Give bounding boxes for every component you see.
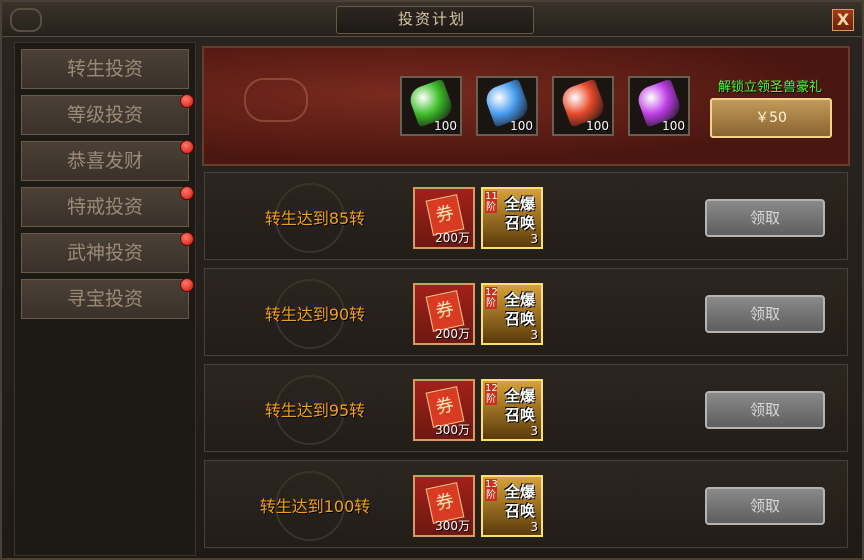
summon-stage-badge: 11阶 [485, 191, 498, 213]
notification-dot-icon [180, 140, 194, 154]
summon-item-name: 全爆召唤 [504, 387, 535, 424]
voucher-item[interactable]: 券 200万 [413, 187, 475, 249]
claim-button[interactable]: 领取 [705, 295, 825, 333]
summon-stage-badge: 13阶 [485, 479, 498, 501]
claim-button[interactable]: 领取 [705, 199, 825, 237]
sidebar-item-label: 武神投资 [66, 242, 143, 264]
sidebar-item-label: 寻宝投资 [66, 288, 143, 310]
summon-item[interactable]: 13阶 全爆召唤 3 [481, 475, 543, 537]
unlock-reward-text: 解锁立领圣兽豪礼 [717, 80, 822, 95]
summon-quantity: 3 [530, 424, 538, 438]
row-requirement-label: 转生达到100转 [259, 497, 371, 516]
sidebar-item-label: 恭喜发财 [66, 150, 143, 172]
sidebar-item-fortune[interactable]: 恭喜发财 [21, 140, 194, 181]
sidebar-item-label: 等级投资 [66, 104, 143, 126]
sidebar-item-treasure-investment[interactable]: 寻宝投资 [21, 278, 194, 319]
summon-item[interactable]: 12阶 全爆召唤 3 [481, 379, 543, 441]
summon-stage-badge: 12阶 [485, 287, 498, 309]
sidebar-item-level-investment[interactable]: 等级投资 [21, 94, 194, 135]
investment-plan-window: 投资计划 X 转生投资 等级投资 恭喜发财 特戒投资 武神投资 寻宝投资 100… [0, 0, 864, 560]
gem-count: 100 [510, 119, 533, 133]
gem-count: 100 [434, 119, 457, 133]
red-gem-slot[interactable]: 100 [552, 76, 614, 136]
reward-banner: 100 100 100 100 解锁立领圣兽豪礼 ￥50 [202, 46, 850, 166]
voucher-item[interactable]: 券 200万 [413, 283, 475, 345]
sidebar-item-label: 特戒投资 [66, 196, 143, 218]
voucher-amount: 300万 [435, 423, 470, 437]
notification-dot-icon [180, 278, 194, 292]
notification-dot-icon [180, 186, 194, 200]
purchase-price-button[interactable]: ￥50 [710, 98, 832, 138]
reward-row: 转生达到90转 券 200万 12阶 全爆召唤 3 领取 [204, 268, 848, 356]
summon-item-name: 全爆召唤 [504, 291, 535, 328]
gem-count: 100 [662, 119, 685, 133]
gem-count: 100 [586, 119, 609, 133]
purple-gem-slot[interactable]: 100 [628, 76, 690, 136]
notification-dot-icon [180, 94, 194, 108]
notification-dot-icon [180, 232, 194, 246]
claim-button[interactable]: 领取 [705, 391, 825, 429]
summon-item-name: 全爆召唤 [504, 195, 535, 232]
row-requirement-label: 转生达到90转 [264, 305, 366, 324]
summon-stage-badge: 12阶 [485, 383, 498, 405]
summon-item-name: 全爆召唤 [504, 483, 535, 520]
voucher-amount: 200万 [435, 327, 470, 341]
window-title: 投资计划 [397, 10, 466, 28]
summon-item[interactable]: 12阶 全爆召唤 3 [481, 283, 543, 345]
reward-row: 转生达到85转 券 200万 11阶 全爆召唤 3 领取 [204, 172, 848, 260]
reward-row: 转生达到95转 券 300万 12阶 全爆召唤 3 领取 [204, 364, 848, 452]
sidebar-item-rebirth-investment[interactable]: 转生投资 [21, 49, 189, 89]
dragon-ornament-icon [244, 78, 308, 122]
summon-quantity: 3 [530, 328, 538, 342]
row-requirement-label: 转生达到85转 [264, 209, 366, 228]
row-requirement-label: 转生达到95转 [264, 401, 366, 420]
reward-row: 转生达到100转 券 300万 13阶 全爆召唤 3 领取 [204, 460, 848, 548]
summon-quantity: 3 [530, 520, 538, 534]
voucher-amount: 200万 [435, 231, 470, 245]
voucher-item[interactable]: 券 300万 [413, 475, 475, 537]
blue-gem-slot[interactable]: 100 [476, 76, 538, 136]
voucher-item[interactable]: 券 300万 [413, 379, 475, 441]
summon-item[interactable]: 11阶 全爆召唤 3 [481, 187, 543, 249]
sidebar: 转生投资 等级投资 恭喜发财 特戒投资 武神投资 寻宝投资 [14, 42, 196, 556]
green-gem-slot[interactable]: 100 [400, 76, 462, 136]
close-button[interactable]: X [832, 9, 854, 31]
sidebar-item-label: 转生投资 [66, 58, 143, 80]
sidebar-item-war-god-investment[interactable]: 武神投资 [21, 232, 194, 273]
title-bar: 投资计划 X [2, 2, 862, 37]
summon-quantity: 3 [530, 232, 538, 246]
voucher-amount: 300万 [435, 519, 470, 533]
claim-button[interactable]: 领取 [705, 487, 825, 525]
sidebar-item-ring-investment[interactable]: 特戒投资 [21, 186, 194, 227]
